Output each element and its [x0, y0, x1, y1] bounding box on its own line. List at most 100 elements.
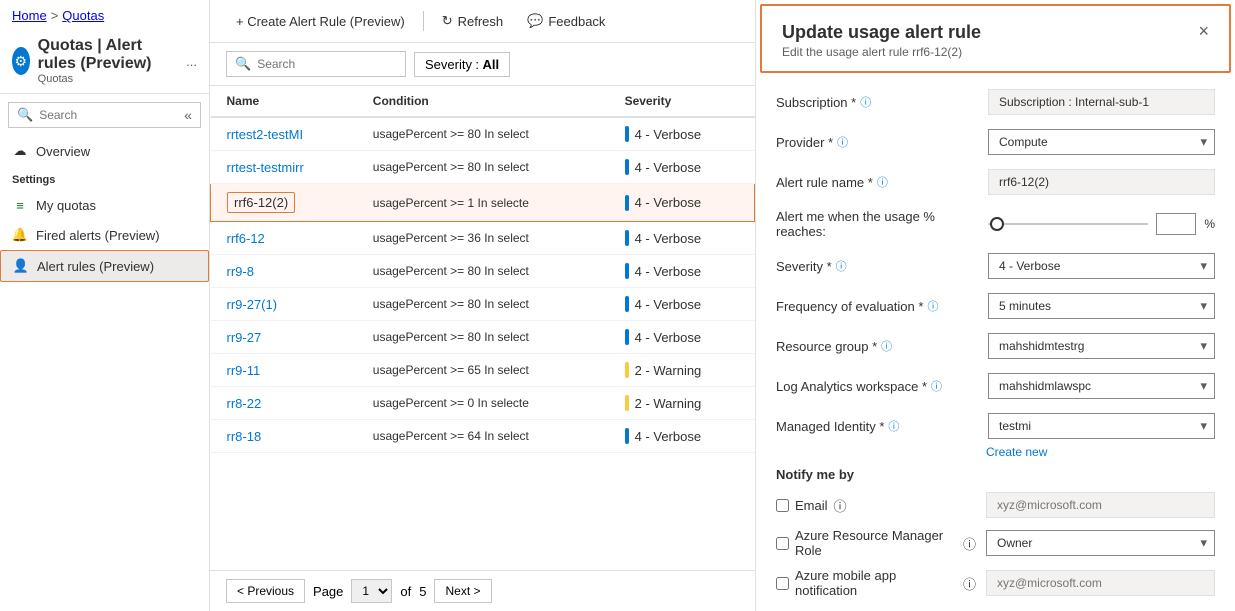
- table-search-input[interactable]: [257, 57, 397, 71]
- table-row[interactable]: rr9-11usagePercent >= 65 In select2 - Wa…: [211, 354, 755, 387]
- subscription-info-icon[interactable]: ⓘ: [860, 94, 871, 110]
- search-icon: 🔍: [17, 107, 33, 123]
- mobile-input[interactable]: [986, 570, 1215, 596]
- arm-role-label: Azure Resource Manager Role ⓘ: [776, 528, 976, 558]
- app-title-block: Quotas | Alert rules (Preview) Quotas: [38, 37, 178, 85]
- row-name-link[interactable]: rr9-8: [227, 264, 254, 279]
- breadcrumb-quotas[interactable]: Quotas: [62, 8, 104, 23]
- sidebar-item-alert-rules[interactable]: 👤 Alert rules (Preview): [0, 250, 209, 282]
- severity-filter[interactable]: Severity : All: [414, 52, 510, 77]
- subscription-row: Subscription * ⓘ Subscription : Internal…: [776, 89, 1215, 115]
- list-icon: ≡: [12, 197, 28, 213]
- left-panel: Home > Quotas ⚙ Quotas | Alert rules (Pr…: [0, 0, 210, 611]
- frequency-select-wrapper: 5 minutes 10 minutes 15 minutes 30 minut…: [988, 293, 1215, 319]
- page-select[interactable]: 12345: [351, 579, 392, 603]
- sidebar-item-overview[interactable]: ☁ Overview: [0, 136, 209, 166]
- app-icon: ⚙: [12, 47, 30, 75]
- row-name-link[interactable]: rr9-11: [227, 363, 261, 378]
- managed-identity-info-icon[interactable]: ⓘ: [888, 418, 899, 434]
- col-severity[interactable]: Severity: [609, 86, 755, 117]
- table-row[interactable]: rr8-18usagePercent >= 64 In select4 - Ve…: [211, 420, 755, 453]
- alert-rule-name-info-icon[interactable]: ⓘ: [877, 174, 888, 190]
- table-row[interactable]: rrtest-testmirrusagePercent >= 80 In sel…: [211, 151, 755, 184]
- mobile-label: Azure mobile app notification ⓘ: [776, 568, 976, 598]
- arm-role-info-icon[interactable]: ⓘ: [963, 534, 976, 553]
- usage-pct-input[interactable]: 1: [1156, 213, 1196, 235]
- sidebar-item-label: Alert rules (Preview): [37, 259, 154, 274]
- frequency-row: Frequency of evaluation * ⓘ 5 minutes 10…: [776, 293, 1215, 319]
- provider-select[interactable]: Compute: [988, 129, 1215, 155]
- severity-label: 4 - Verbose: [635, 195, 702, 210]
- row-name-link[interactable]: rrf6-12: [227, 231, 265, 246]
- row-severity: 2 - Warning: [609, 354, 755, 387]
- row-severity: 4 - Verbose: [609, 117, 755, 151]
- severity-label: 4 - Verbose: [635, 264, 702, 279]
- severity-dot: [625, 395, 629, 411]
- mobile-checkbox[interactable]: [776, 577, 789, 590]
- refresh-button[interactable]: ↻ Refresh: [432, 8, 513, 34]
- severity-label: 2 - Warning: [635, 396, 702, 411]
- table-row[interactable]: rr8-22usagePercent >= 0 In selecte2 - Wa…: [211, 387, 755, 420]
- col-condition[interactable]: Condition: [357, 86, 609, 117]
- alert-rule-name-label: Alert rule name * ⓘ: [776, 174, 976, 190]
- more-icon[interactable]: ...: [186, 54, 197, 69]
- row-name-link[interactable]: rr9-27: [227, 330, 262, 345]
- row-name-link[interactable]: rr8-18: [227, 429, 262, 444]
- table-row[interactable]: rrf6-12(2)usagePercent >= 1 In selecte4 …: [211, 184, 755, 222]
- resource-group-select[interactable]: mahshidmtestrg: [988, 333, 1215, 359]
- severity-dot: [625, 195, 629, 211]
- frequency-info-icon[interactable]: ⓘ: [927, 298, 938, 314]
- severity-label: Severity * ⓘ: [776, 258, 976, 274]
- row-name: rr8-18: [211, 420, 357, 453]
- next-button[interactable]: Next >: [434, 579, 491, 603]
- col-name[interactable]: Name: [211, 86, 357, 117]
- refresh-icon: ↻: [442, 13, 453, 29]
- create-new-link[interactable]: Create new: [986, 445, 1215, 459]
- provider-info-icon[interactable]: ⓘ: [837, 134, 848, 150]
- row-name-link[interactable]: rr9-27(1): [227, 297, 278, 312]
- email-input[interactable]: [986, 492, 1215, 518]
- frequency-select[interactable]: 5 minutes 10 minutes 15 minutes 30 minut…: [988, 293, 1215, 319]
- collapse-button[interactable]: «: [184, 107, 192, 123]
- slider-thumb[interactable]: [990, 217, 1004, 231]
- log-analytics-info-icon[interactable]: ⓘ: [931, 378, 942, 394]
- log-analytics-select[interactable]: mahshidmlawspc: [988, 373, 1215, 399]
- prev-button[interactable]: < Previous: [226, 579, 305, 603]
- resource-group-row: Resource group * ⓘ mahshidmtestrg: [776, 333, 1215, 359]
- row-condition: usagePercent >= 36 In select: [357, 222, 609, 255]
- row-name-link[interactable]: rrtest2-testMI: [227, 127, 304, 142]
- bell-icon: 🔔: [12, 227, 28, 243]
- severity-select[interactable]: 0 - Critical 1 - Error 2 - Warning 3 - I…: [988, 253, 1215, 279]
- table-row[interactable]: rr9-27(1)usagePercent >= 80 In select4 -…: [211, 288, 755, 321]
- row-severity: 4 - Verbose: [609, 151, 755, 184]
- severity-info-icon[interactable]: ⓘ: [836, 258, 847, 274]
- breadcrumb-home[interactable]: Home: [12, 8, 47, 23]
- toolbar: + Create Alert Rule (Preview) ↻ Refresh …: [210, 0, 755, 43]
- resource-group-info-icon[interactable]: ⓘ: [881, 338, 892, 354]
- sidebar-item-fired-alerts[interactable]: 🔔 Fired alerts (Preview): [0, 220, 209, 250]
- panel-subtitle: Edit the usage alert rule rrf6-12(2): [782, 45, 981, 59]
- table-row[interactable]: rrf6-12usagePercent >= 36 In select4 - V…: [211, 222, 755, 255]
- arm-role-checkbox[interactable]: [776, 537, 789, 550]
- row-name: rr9-11: [211, 354, 357, 387]
- severity-dot: [625, 159, 629, 175]
- email-checkbox[interactable]: [776, 499, 789, 512]
- arm-role-notify-row: Azure Resource Manager Role ⓘ Owner: [776, 528, 1215, 558]
- row-name-link[interactable]: rrtest-testmirr: [227, 160, 304, 175]
- close-button[interactable]: ×: [1198, 22, 1209, 40]
- table-row[interactable]: rr9-27usagePercent >= 80 In select4 - Ve…: [211, 321, 755, 354]
- row-name: rr9-27: [211, 321, 357, 354]
- row-name-link[interactable]: rr8-22: [227, 396, 262, 411]
- arm-role-select[interactable]: Owner: [986, 530, 1215, 556]
- create-alert-rule-button[interactable]: + Create Alert Rule (Preview): [226, 9, 415, 34]
- email-info-icon[interactable]: ⓘ: [834, 496, 847, 515]
- mobile-info-icon[interactable]: ⓘ: [963, 574, 976, 593]
- provider-label: Provider * ⓘ: [776, 134, 976, 150]
- table-row[interactable]: rrtest2-testMIusagePercent >= 80 In sele…: [211, 117, 755, 151]
- sidebar-search-input[interactable]: [39, 108, 178, 122]
- managed-identity-select[interactable]: testmi: [988, 413, 1215, 439]
- table-row[interactable]: rr9-8usagePercent >= 80 In select4 - Ver…: [211, 255, 755, 288]
- sidebar-item-my-quotas[interactable]: ≡ My quotas: [0, 190, 209, 220]
- feedback-button[interactable]: 💬 Feedback: [517, 8, 615, 34]
- severity-label: 4 - Verbose: [635, 127, 702, 142]
